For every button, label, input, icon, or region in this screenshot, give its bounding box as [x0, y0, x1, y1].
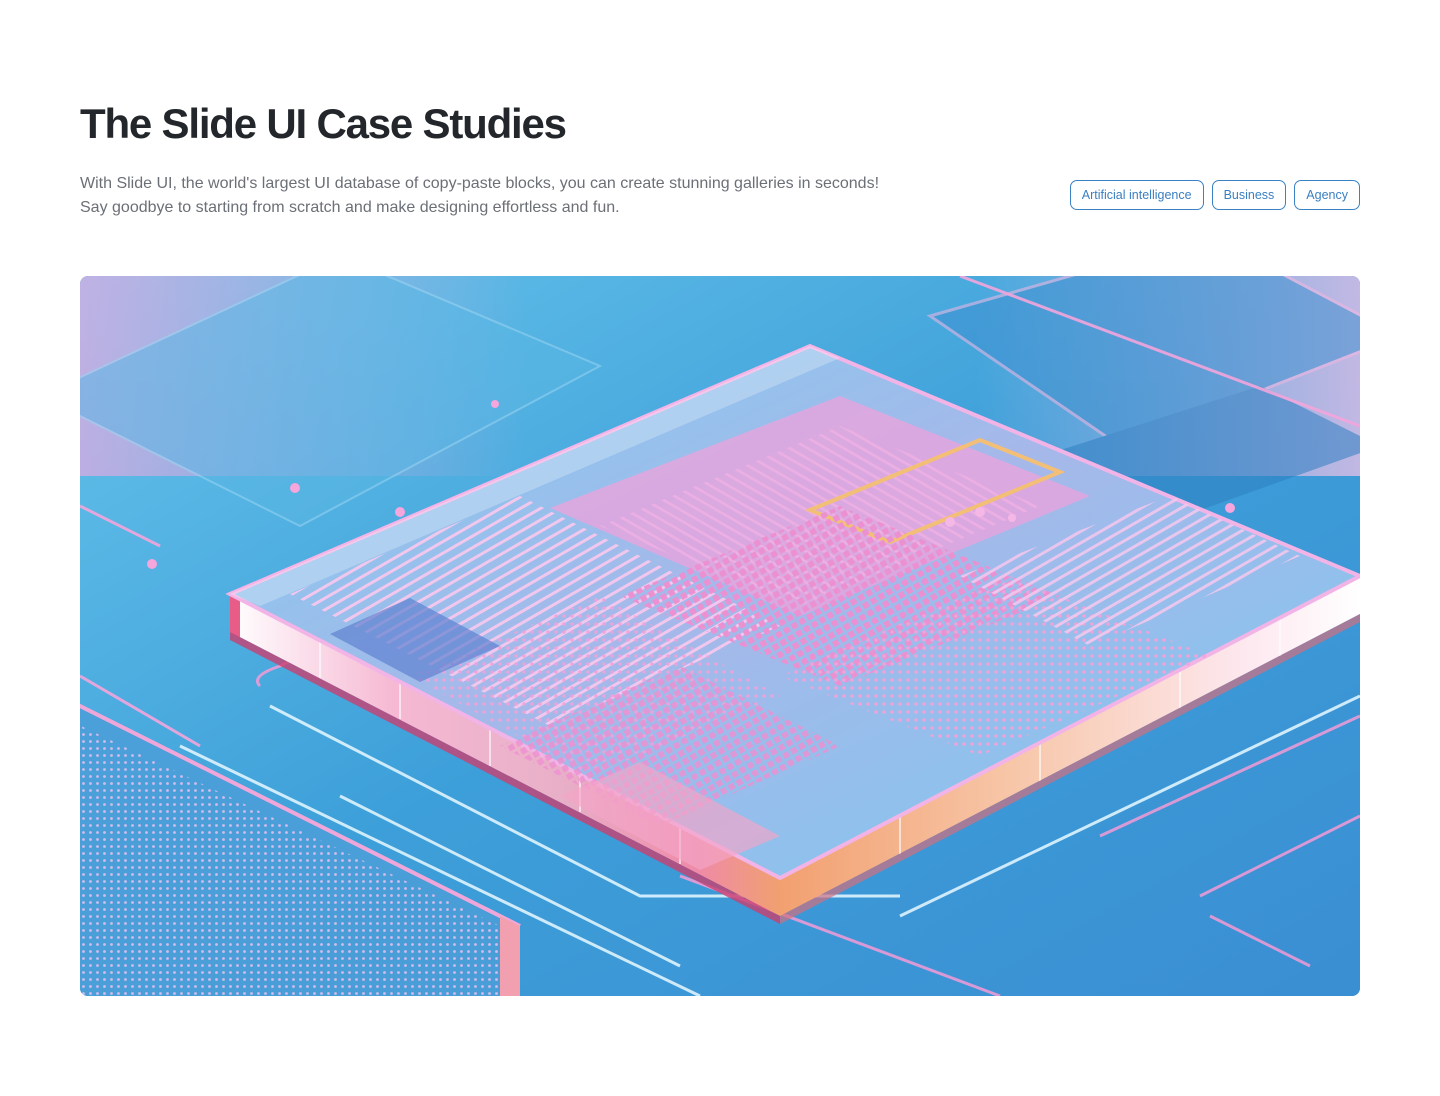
description-line: With Slide UI, the world's largest UI da… [80, 175, 880, 192]
page-title: The Slide UI Case Studies [80, 100, 567, 147]
hero-image [80, 276, 1360, 996]
page-description: With Slide UI, the world's largest UI da… [80, 172, 980, 220]
tag-business[interactable]: Business [1211, 180, 1287, 210]
description-line: Say goodbye to starting from scratch and… [80, 199, 620, 216]
microchip-illustration [80, 276, 1360, 996]
tag-artificial-intelligence[interactable]: Artificial intelligence [1069, 180, 1204, 210]
tag-list: Artificial intelligence Business Agency [1069, 180, 1360, 210]
tag-agency[interactable]: Agency [1294, 180, 1360, 210]
